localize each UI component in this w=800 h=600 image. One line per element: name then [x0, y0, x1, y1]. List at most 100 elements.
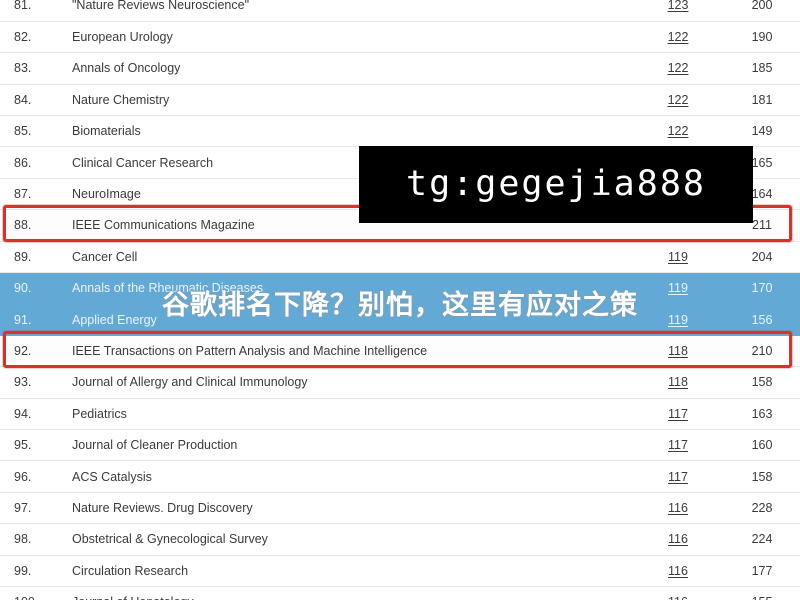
h5-index-link[interactable]: 116	[668, 564, 688, 578]
cell-publication-title[interactable]: Pediatrics	[72, 398, 632, 430]
table-row[interactable]: 84. Nature Chemistry 122 181	[0, 84, 800, 117]
cell-h5-index[interactable]: 119	[632, 303, 724, 336]
table-row[interactable]: 82. European Urology 122 190	[0, 21, 800, 54]
cell-rank: 89.	[0, 241, 72, 274]
cell-rank: 90.	[0, 272, 72, 305]
cell-publication-title[interactable]: ACS Catalysis	[72, 460, 632, 493]
table-row[interactable]: 81. "Nature Reviews Neuroscience" 123 200	[0, 0, 800, 22]
cell-publication-title[interactable]: "Nature Reviews Neuroscience"	[72, 0, 632, 22]
cell-rank: 96.	[0, 460, 72, 493]
cell-rank: 87.	[0, 178, 72, 211]
cell-publication-title[interactable]: Journal of Cleaner Production	[72, 429, 632, 462]
cell-h5-median: 160	[724, 429, 800, 462]
cell-h5-index[interactable]: 122	[632, 115, 724, 148]
cell-h5-index[interactable]: 122	[632, 52, 724, 85]
cell-rank: 95.	[0, 429, 72, 462]
cell-h5-index[interactable]: 119	[632, 241, 724, 274]
cell-h5-median: 158	[724, 460, 800, 493]
table-row[interactable]: 99. Circulation Research 116 177	[0, 555, 800, 587]
cell-publication-title[interactable]: Biomaterials	[72, 115, 632, 148]
table-row[interactable]: 85. Biomaterials 122 149	[0, 115, 800, 148]
cell-publication-title[interactable]: Journal of Allergy and Clinical Immunolo…	[72, 366, 632, 399]
cell-h5-index[interactable]: 118	[632, 335, 724, 368]
cell-h5-index[interactable]: 116	[632, 492, 724, 525]
cell-publication-title[interactable]: Journal of Hepatology	[72, 586, 632, 600]
cell-publication-title[interactable]: Cancer Cell	[72, 241, 632, 274]
cell-h5-median: 163	[724, 398, 800, 430]
h5-index-link[interactable]: 123	[668, 0, 689, 12]
cell-rank: 98.	[0, 523, 72, 556]
watermark-text: tg:gegejia888	[406, 164, 706, 204]
table-row[interactable]: 89. Cancer Cell 119 204	[0, 241, 800, 274]
table-row[interactable]: 91. Applied Energy 119 156	[0, 303, 800, 336]
cell-rank: 83.	[0, 52, 72, 85]
h5-index-link[interactable]: 118	[668, 375, 688, 389]
h5-index-link[interactable]: 122	[668, 30, 689, 44]
cell-h5-median: 156	[724, 303, 800, 336]
h5-index-link[interactable]: 117	[668, 470, 688, 484]
h5-index-link[interactable]: 116	[668, 501, 688, 515]
cell-publication-title[interactable]: Obstetrical & Gynecological Survey	[72, 523, 632, 556]
cell-h5-index[interactable]: 118	[632, 366, 724, 399]
h5-index-link[interactable]: 117	[668, 438, 688, 452]
cell-publication-title[interactable]: Annals of the Rheumatic Diseases	[72, 272, 632, 305]
cell-h5-median: 170	[724, 272, 800, 305]
cell-h5-median: 224	[724, 523, 800, 556]
cell-rank: 92.	[0, 335, 72, 368]
cell-publication-title[interactable]: IEEE Transactions on Pattern Analysis an…	[72, 335, 632, 368]
table-row[interactable]: 100.Journal of Hepatology 116 155	[0, 586, 800, 600]
table-row[interactable]: 90. Annals of the Rheumatic Diseases 119 17…	[0, 272, 800, 305]
h5-index-link[interactable]: 122	[668, 61, 689, 75]
h5-index-link[interactable]: 118	[668, 344, 688, 358]
cell-h5-index[interactable]: 117	[632, 460, 724, 493]
cell-publication-title[interactable]: Circulation Research	[72, 555, 632, 587]
cell-h5-index[interactable]: 116	[632, 586, 724, 600]
cell-h5-index[interactable]: 116	[632, 555, 724, 587]
cell-rank: 100.	[0, 586, 72, 600]
table-row[interactable]: 83. Annals of Oncology 122 185	[0, 52, 800, 85]
cell-h5-median: 177	[724, 555, 800, 587]
h5-index-link[interactable]: 116	[668, 595, 688, 600]
cell-h5-index[interactable]: 117	[632, 398, 724, 430]
h5-index-link[interactable]: 119	[668, 313, 688, 327]
cell-h5-index[interactable]: 117	[632, 429, 724, 462]
table-row[interactable]: 95. Journal of Cleaner Production 117 160	[0, 429, 800, 462]
table-row[interactable]: 96. ACS Catalysis 117 158	[0, 460, 800, 493]
cell-publication-title[interactable]: European Urology	[72, 21, 632, 54]
cell-publication-title[interactable]: Nature Chemistry	[72, 84, 632, 117]
cell-rank: 81.	[0, 0, 72, 22]
cell-publication-title[interactable]: Applied Energy	[72, 303, 632, 336]
h5-index-link[interactable]: 122	[668, 124, 689, 138]
cell-h5-index[interactable]: 122	[632, 84, 724, 117]
table-row[interactable]: 92. IEEE Transactions on Pattern Analysis…	[0, 335, 800, 368]
table-row[interactable]: 94. Pediatrics 117 163	[0, 398, 800, 430]
cell-rank: 85.	[0, 115, 72, 148]
cell-rank: 94.	[0, 398, 72, 430]
h5-index-link[interactable]: 116	[668, 532, 688, 546]
cell-h5-index[interactable]: 116	[632, 523, 724, 556]
h5-index-link[interactable]: 119	[668, 281, 688, 295]
cell-publication-title[interactable]: Nature Reviews. Drug Discovery	[72, 492, 632, 525]
cell-h5-index[interactable]: 122	[632, 21, 724, 54]
table-body: 81. "Nature Reviews Neuroscience" 123 200 82…	[0, 0, 800, 600]
h5-index-link[interactable]: 119	[668, 250, 688, 264]
cell-publication-title[interactable]: Annals of Oncology	[72, 52, 632, 85]
cell-h5-median: 228	[724, 492, 800, 525]
h5-index-link[interactable]: 117	[668, 407, 688, 421]
cell-rank: 97.	[0, 492, 72, 525]
h5-index-link[interactable]: 122	[668, 93, 689, 107]
cell-h5-median: 181	[724, 84, 800, 117]
cell-rank: 82.	[0, 21, 72, 54]
screenshot-root: 81. "Nature Reviews Neuroscience" 123 200 82…	[0, 0, 800, 600]
cell-h5-median: 200	[724, 0, 800, 22]
table-row[interactable]: 98. Obstetrical & Gynecological Survey 116…	[0, 523, 800, 556]
table-row[interactable]: 97. Nature Reviews. Drug Discovery 116 228	[0, 492, 800, 525]
cell-rank: 99.	[0, 555, 72, 587]
table-row[interactable]: 93. Journal of Allergy and Clinical Immun…	[0, 366, 800, 399]
cell-h5-median: 185	[724, 52, 800, 85]
cell-h5-index[interactable]: 119	[632, 272, 724, 305]
cell-h5-median: 190	[724, 21, 800, 54]
cell-h5-index[interactable]: 123	[632, 0, 724, 22]
cell-rank: 84.	[0, 84, 72, 117]
cell-h5-median: 155	[724, 586, 800, 600]
